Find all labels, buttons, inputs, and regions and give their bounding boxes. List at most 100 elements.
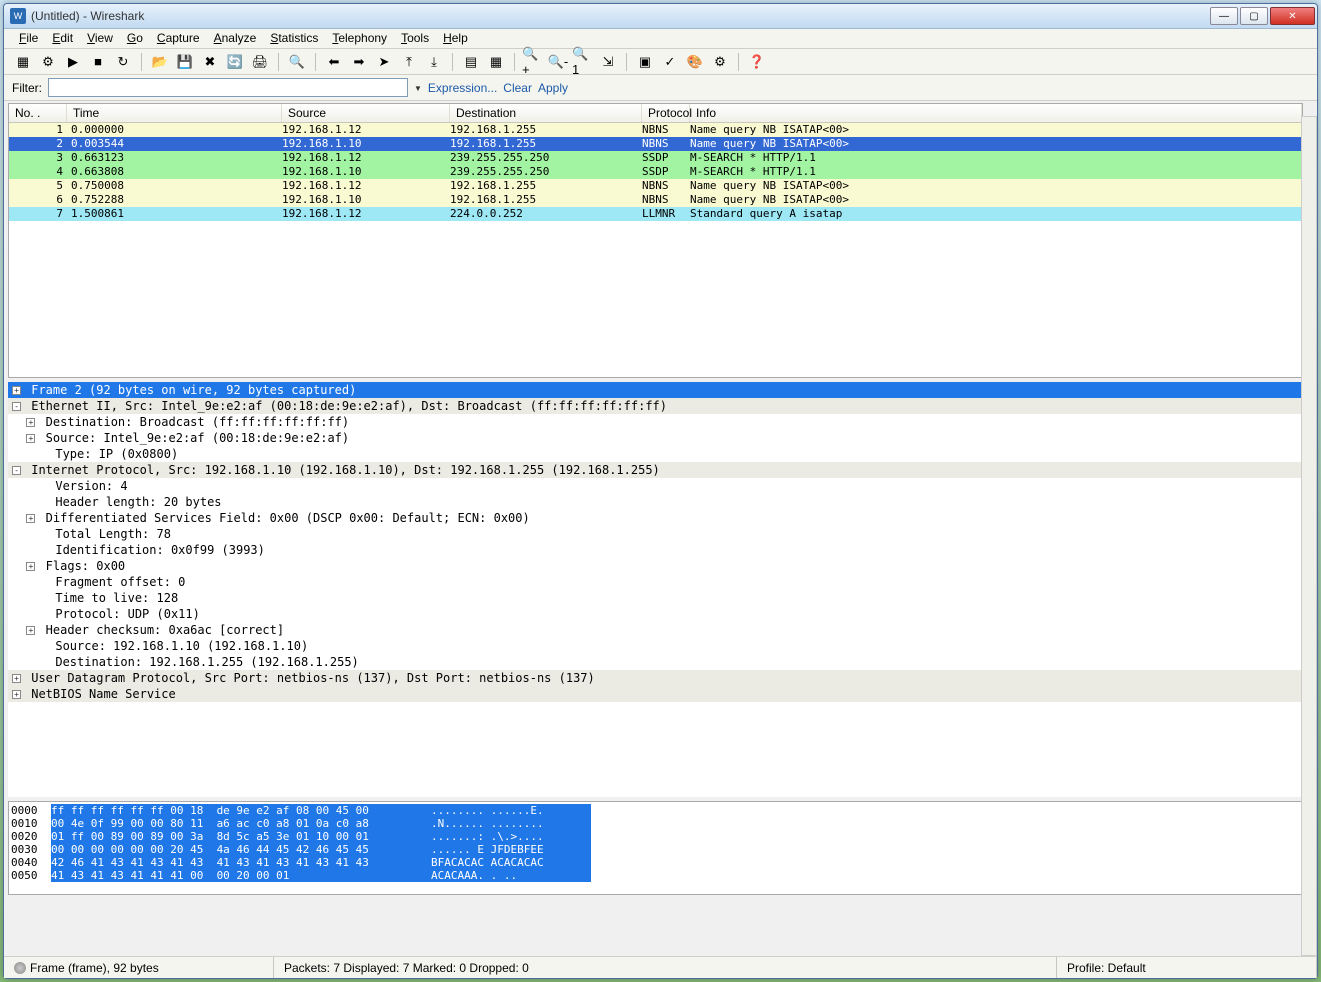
colorize-icon[interactable]: ▤ [460,51,482,73]
packet-list-pane[interactable]: No. . Time Source Destination Protocol I… [8,103,1303,378]
col-time[interactable]: Time [67,104,282,122]
tree-node[interactable]: + Flags: 0x00 [8,558,1303,574]
menu-tools[interactable]: Tools [394,29,436,48]
menu-statistics[interactable]: Statistics [263,29,325,48]
go-to-icon[interactable]: ➤ [373,51,395,73]
tree-node[interactable]: Total Length: 78 [8,526,1303,542]
hex-row[interactable]: 0040 42 46 41 43 41 43 41 43 41 43 41 43… [11,856,1300,869]
expert-info-icon[interactable] [14,962,26,974]
hex-row[interactable]: 0000 ff ff ff ff ff ff 00 18 de 9e e2 af… [11,804,1300,817]
expand-icon[interactable]: + [26,562,35,571]
resize-columns-icon[interactable]: ⇲ [597,51,619,73]
minimize-button[interactable]: — [1210,7,1238,25]
col-protocol[interactable]: Protocol [642,104,690,122]
tree-node[interactable]: Time to live: 128 [8,590,1303,606]
display-filter-icon[interactable]: ✓ [659,51,681,73]
print-icon[interactable]: 🖨 [249,51,271,73]
packet-row[interactable]: 30.663123192.168.1.12239.255.255.250SSDP… [9,151,1302,165]
menu-edit[interactable]: Edit [45,29,80,48]
stop-capture-icon[interactable]: ■ [87,51,109,73]
auto-scroll-icon[interactable]: ▦ [485,51,507,73]
open-file-icon[interactable]: 📂 [149,51,171,73]
zoom-out-icon[interactable]: 🔍- [547,51,569,73]
tree-node[interactable]: Version: 4 [8,478,1303,494]
menu-capture[interactable]: Capture [150,29,207,48]
clear-button[interactable]: Clear [503,81,532,95]
menu-telephony[interactable]: Telephony [325,29,394,48]
expand-icon[interactable]: + [12,674,21,683]
tree-node[interactable]: Protocol: UDP (0x11) [8,606,1303,622]
menu-file[interactable]: File [12,29,45,48]
tree-node[interactable]: + Destination: Broadcast (ff:ff:ff:ff:ff… [8,414,1303,430]
expand-icon[interactable]: + [26,626,35,635]
restart-capture-icon[interactable]: ↻ [112,51,134,73]
hex-row[interactable]: 0050 41 43 41 43 41 41 41 00 00 20 00 01… [11,869,1300,882]
capture-options-icon[interactable]: ⚙ [37,51,59,73]
capture-filter-icon[interactable]: ▣ [634,51,656,73]
col-info[interactable]: Info [690,104,1302,122]
packet-row[interactable]: 20.003544192.168.1.10192.168.1.255NBNSNa… [9,137,1302,151]
packet-details-pane[interactable]: + Frame 2 (92 bytes on wire, 92 bytes ca… [8,382,1303,797]
packet-row[interactable]: 50.750008192.168.1.12192.168.1.255NBNSNa… [9,179,1302,193]
tree-node[interactable]: Header length: 20 bytes [8,494,1303,510]
hex-row[interactable]: 0010 00 4e 0f 99 00 00 80 11 a6 ac c0 a8… [11,817,1300,830]
expand-icon[interactable]: + [26,418,35,427]
tree-node[interactable]: + User Datagram Protocol, Src Port: netb… [8,670,1303,686]
apply-button[interactable]: Apply [538,81,568,95]
tree-node[interactable]: + Header checksum: 0xa6ac [correct] [8,622,1303,638]
close-button[interactable]: ✕ [1270,7,1315,25]
titlebar[interactable]: W (Untitled) - Wireshark — ▢ ✕ [4,4,1317,29]
menu-go[interactable]: Go [120,29,150,48]
packet-list-header[interactable]: No. . Time Source Destination Protocol I… [9,104,1302,123]
find-icon[interactable]: 🔍 [286,51,308,73]
reload-icon[interactable]: 🔄 [224,51,246,73]
close-file-icon[interactable]: ✖ [199,51,221,73]
hex-row[interactable]: 0030 00 00 00 00 00 00 20 45 4a 46 44 45… [11,843,1300,856]
tree-node[interactable]: + Differentiated Services Field: 0x00 (D… [8,510,1303,526]
col-source[interactable]: Source [282,104,450,122]
coloring-rules-icon[interactable]: 🎨 [684,51,706,73]
tree-node[interactable]: - Internet Protocol, Src: 192.168.1.10 (… [8,462,1303,478]
packet-row[interactable]: 40.663808192.168.1.10239.255.255.250SSDP… [9,165,1302,179]
go-first-icon[interactable]: ⤒ [398,51,420,73]
expand-icon[interactable]: + [12,386,21,395]
tree-node[interactable]: Source: 192.168.1.10 (192.168.1.10) [8,638,1303,654]
menu-help[interactable]: Help [436,29,475,48]
save-file-icon[interactable]: 💾 [174,51,196,73]
col-destination[interactable]: Destination [450,104,642,122]
list-interfaces-icon[interactable]: ▦ [12,51,34,73]
packet-row[interactable]: 10.000000192.168.1.12192.168.1.255NBNSNa… [9,123,1302,137]
tree-node[interactable]: + Source: Intel_9e:e2:af (00:18:de:9e:e2… [8,430,1303,446]
hex-row[interactable]: 0020 01 ff 00 89 00 89 00 3a 8d 5c a5 3e… [11,830,1300,843]
expand-icon[interactable]: + [26,434,35,443]
menu-view[interactable]: View [80,29,120,48]
zoom-reset-icon[interactable]: 🔍1 [572,51,594,73]
go-back-icon[interactable]: ⬅ [323,51,345,73]
vertical-scrollbar[interactable] [1301,116,1317,956]
tree-node[interactable]: Destination: 192.168.1.255 (192.168.1.25… [8,654,1303,670]
tree-node[interactable]: + NetBIOS Name Service [8,686,1303,702]
start-capture-icon[interactable]: ▶ [62,51,84,73]
tree-node[interactable]: Type: IP (0x0800) [8,446,1303,462]
packet-row[interactable]: 71.500861192.168.1.12224.0.0.252LLMNRSta… [9,207,1302,221]
expand-icon[interactable]: - [12,402,21,411]
filter-input[interactable] [48,78,408,97]
packet-row[interactable]: 60.752288192.168.1.10192.168.1.255NBNSNa… [9,193,1302,207]
expression-button[interactable]: Expression... [428,81,497,95]
go-last-icon[interactable]: ⤓ [423,51,445,73]
packet-bytes-pane[interactable]: 0000 ff ff ff ff ff ff 00 18 de 9e e2 af… [8,801,1303,895]
maximize-button[interactable]: ▢ [1240,7,1268,25]
filter-dropdown-icon[interactable] [414,82,422,94]
go-forward-icon[interactable]: ➡ [348,51,370,73]
tree-node[interactable]: + Frame 2 (92 bytes on wire, 92 bytes ca… [8,382,1303,398]
zoom-in-icon[interactable]: 🔍+ [522,51,544,73]
menu-analyze[interactable]: Analyze [207,29,264,48]
tree-node[interactable]: Fragment offset: 0 [8,574,1303,590]
col-number[interactable]: No. . [9,104,67,122]
tree-node[interactable]: Identification: 0x0f99 (3993) [8,542,1303,558]
tree-node[interactable]: - Ethernet II, Src: Intel_9e:e2:af (00:1… [8,398,1303,414]
expand-icon[interactable]: - [12,466,21,475]
expand-icon[interactable]: + [12,690,21,699]
expand-icon[interactable]: + [26,514,35,523]
preferences-icon[interactable]: ⚙ [709,51,731,73]
